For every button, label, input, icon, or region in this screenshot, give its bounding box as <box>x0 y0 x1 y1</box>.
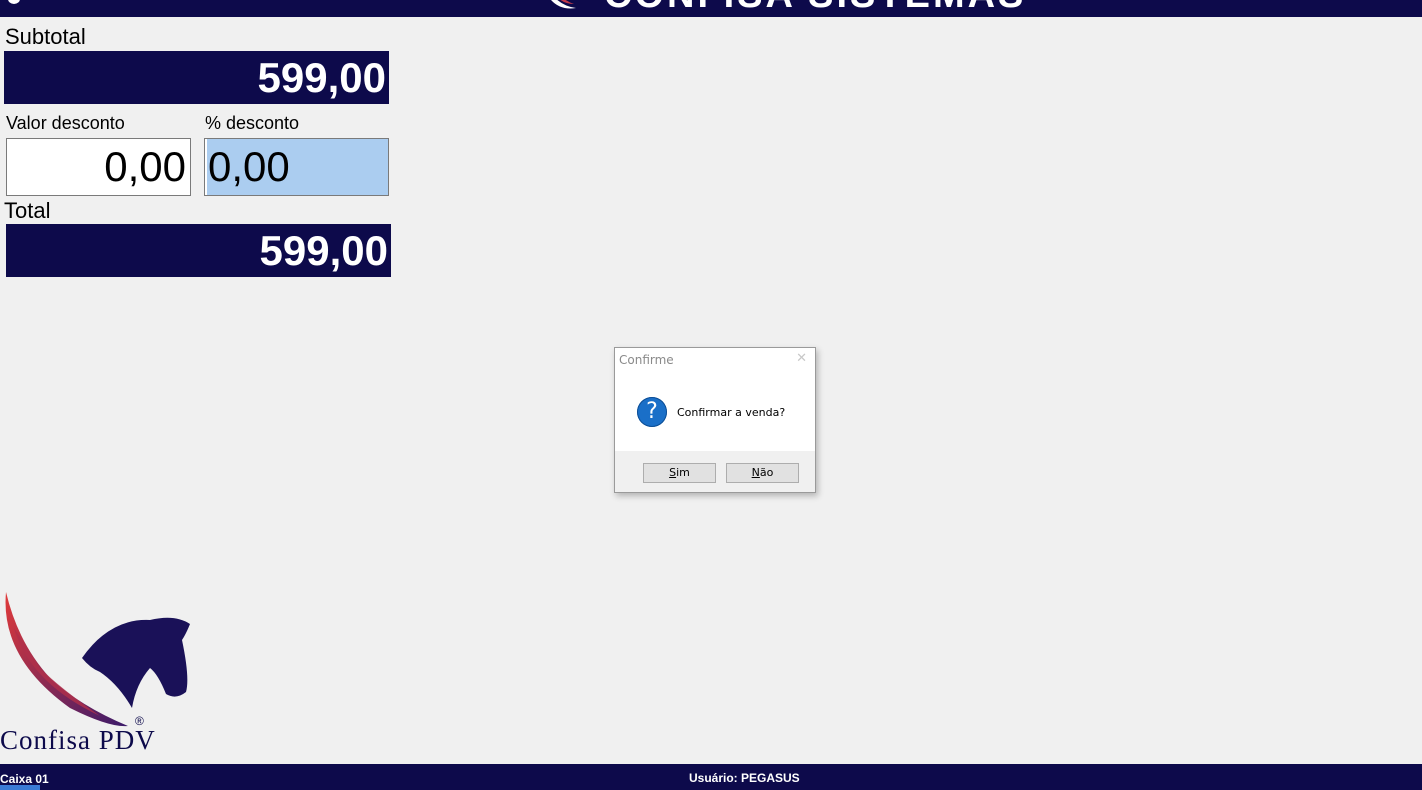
status-bar: Caixa 01 Usuário: PEGASUS <box>0 764 1422 790</box>
close-icon[interactable]: ✕ <box>796 351 807 366</box>
no-hotkey: N <box>751 466 760 479</box>
user-label: Usuário: PEGASUS <box>689 771 800 785</box>
confirm-dialog: Confirme ✕ ? Confirmar a venda? Sim Não <box>614 347 816 493</box>
menu-dot-icon <box>8 0 20 4</box>
register-label: Caixa 01 <box>0 772 49 786</box>
banner-title: CONFISA SISTEMAS <box>604 0 1026 17</box>
discount-percent-selected-text: 0,00 <box>207 139 388 195</box>
question-icon: ? <box>637 397 667 427</box>
dialog-title: Confirme <box>619 353 674 367</box>
subtotal-display: 599,00 <box>4 51 389 104</box>
top-banner: CONFISA SISTEMAS <box>0 0 1422 17</box>
total-display: 599,00 <box>6 224 391 277</box>
discount-value-label: Valor desconto <box>6 113 125 133</box>
subtotal-label: Subtotal <box>5 24 86 49</box>
dialog-message: Confirmar a venda? <box>677 406 786 419</box>
discount-value-field[interactable]: 0,00 <box>6 138 191 196</box>
yes-label: im <box>676 466 690 479</box>
status-accent-bar <box>0 785 40 790</box>
pegasus-logo-icon <box>551 0 576 9</box>
no-button[interactable]: Não <box>726 463 799 483</box>
discount-percent-label: % desconto <box>205 113 300 133</box>
dialog-footer: Sim Não <box>615 451 815 492</box>
total-label: Total <box>4 198 51 223</box>
no-label: ão <box>759 466 774 479</box>
discount-percent-field[interactable]: 0,00 <box>204 138 389 196</box>
logo-text: Confisa PDV <box>0 725 156 755</box>
yes-button[interactable]: Sim <box>643 463 716 483</box>
